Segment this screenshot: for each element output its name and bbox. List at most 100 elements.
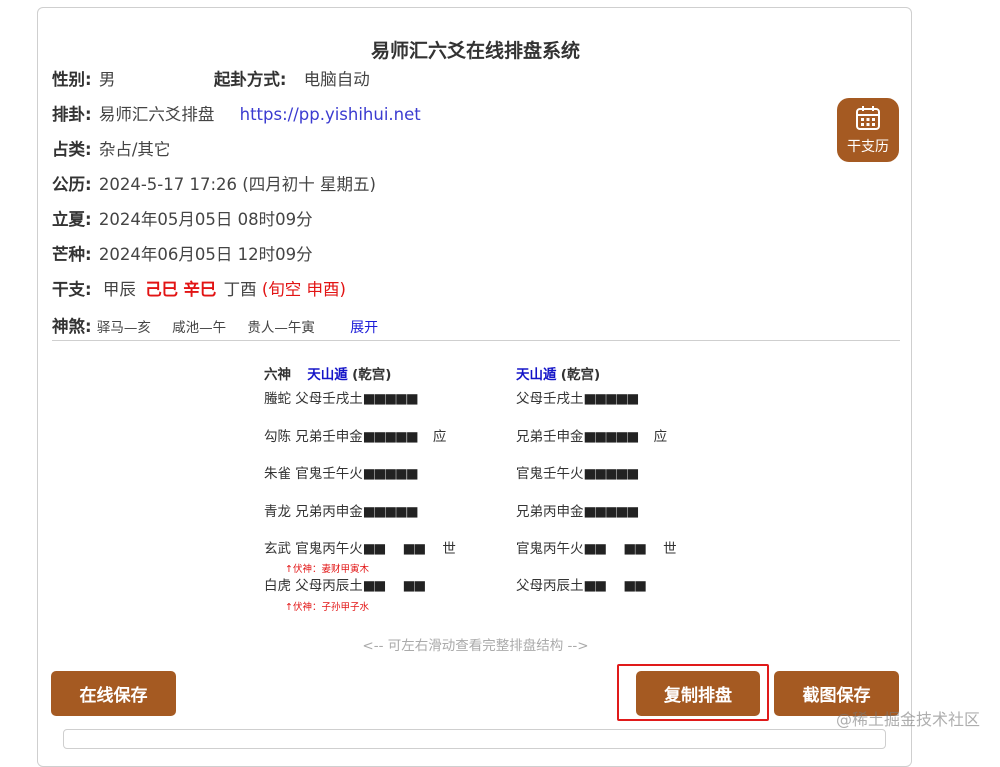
- right-gua-palace: (乾宫): [560, 367, 601, 383]
- shi-mark: 世: [663, 541, 677, 557]
- yin-line-a: ■■: [362, 541, 386, 557]
- yao-line-right: 父母壬戌土■■■■■: [516, 387, 640, 407]
- yao-line-right: 官鬼丙午火■■ ■■ 世: [516, 537, 677, 557]
- yao-text: 兄弟丙申金: [516, 504, 584, 520]
- yang-line: ■■■■■: [362, 466, 419, 482]
- shi-mark: 世: [442, 541, 456, 557]
- paipan-value: 易师汇六爻排盘: [98, 105, 215, 124]
- yin-line-a: ■■: [362, 578, 386, 594]
- ying-mark: 应: [653, 429, 668, 445]
- site-link[interactable]: https://pp.yishihui.net: [240, 105, 421, 124]
- ganzhi-day: 辛巳: [183, 280, 217, 299]
- yao-text: 兄弟壬申金: [516, 429, 584, 445]
- shensha-label: 神煞:: [52, 317, 92, 336]
- gender-label: 性别:: [52, 70, 92, 89]
- yin-line-b: ■■: [623, 578, 646, 594]
- gongli-row: 公历: 2024-5-17 17:26 (四月初十 星期五): [52, 171, 376, 195]
- liushen: 玄武: [264, 541, 291, 557]
- category-label: 占类:: [52, 140, 92, 159]
- liushen-header: 六神: [264, 367, 291, 383]
- yao-text: 父母丙辰土: [295, 578, 363, 594]
- gender-value: 男: [98, 70, 116, 89]
- gua-left-header: 六神 天山遁 (乾宫): [264, 363, 391, 383]
- yang-line: ■■■■■: [583, 429, 640, 445]
- shensha-guiren: 贵人—午寅: [247, 320, 315, 336]
- divider: [52, 340, 900, 341]
- bottom-panel: [63, 729, 886, 749]
- liushen: 朱雀: [264, 466, 291, 482]
- shensha-row: 神煞: 驿马—亥 咸池—午 贵人—午寅 展开: [52, 313, 378, 337]
- mangzhong-label: 芒种:: [52, 245, 92, 264]
- yin-line-b: ■■: [623, 541, 646, 557]
- shensha-yima: 驿马—亥: [96, 320, 151, 336]
- yang-line: ■■■■■: [583, 391, 640, 407]
- liushen: 勾陈: [264, 429, 291, 445]
- ganzhi-hour: 丁酉: [223, 280, 257, 299]
- yao-line: 玄武 官鬼丙午火■■ ■■ 世: [264, 537, 456, 557]
- lixia-value: 2024年05月05日 08时09分: [98, 210, 313, 229]
- yao-line: 勾陈 兄弟壬申金■■■■■ 应: [264, 425, 446, 445]
- left-gua-palace: (乾宫): [352, 367, 392, 383]
- yao-text: 兄弟丙申金: [295, 504, 363, 520]
- calendar-button-label: 干支历: [847, 139, 889, 155]
- liushen: 白虎: [264, 578, 291, 594]
- xunkong: (旬空 申酉): [261, 280, 346, 299]
- category-value: 杂占/其它: [98, 140, 171, 159]
- lixia-label: 立夏:: [52, 210, 92, 229]
- liushen: 螣蛇: [264, 391, 291, 407]
- gongli-label: 公历:: [52, 175, 92, 194]
- yao-line-right: 兄弟壬申金■■■■■ 应: [516, 425, 667, 445]
- ganzhi-row: 干支: 甲辰 己巳 辛巳 丁酉 (旬空 申酉): [52, 276, 346, 300]
- yao-text: 父母壬戌土: [295, 391, 363, 407]
- ganzhi-label: 干支:: [52, 280, 92, 299]
- fushen-note-1: ↑伏神：妻财甲寅木: [285, 564, 369, 575]
- yao-text: 父母丙辰土: [516, 578, 584, 594]
- yao-line: 朱雀 官鬼壬午火■■■■■: [264, 462, 419, 482]
- liushen: 青龙: [264, 504, 291, 520]
- yao-line-right: 官鬼壬午火■■■■■: [516, 462, 640, 482]
- shensha-xianchi: 咸池—午: [172, 320, 227, 336]
- ying-mark: 应: [432, 429, 447, 445]
- page-title: 易师汇六爻在线排盘系统: [370, 40, 580, 62]
- watermark: @稀土掘金技术社区: [836, 710, 981, 729]
- lixia-row: 立夏: 2024年05月05日 08时09分: [52, 206, 313, 230]
- yao-line: 螣蛇 父母壬戌土■■■■■: [264, 387, 419, 407]
- yao-line-right: 兄弟丙申金■■■■■: [516, 500, 640, 520]
- method-value: 电脑自动: [303, 70, 370, 89]
- method-label: 起卦方式:: [213, 70, 287, 89]
- yang-line: ■■■■■: [362, 504, 419, 520]
- gua-right-header: 天山遁 (乾宫): [516, 363, 600, 383]
- yao-text: 官鬼丙午火: [295, 541, 363, 557]
- gongli-value: 2024-5-17 17:26 (四月初十 星期五): [98, 175, 376, 194]
- yang-line: ■■■■■: [583, 466, 640, 482]
- yao-line: 白虎 父母丙辰土■■ ■■: [264, 574, 426, 594]
- paipan-row: 排卦: 易师汇六爻排盘 https://pp.yishihui.net: [52, 101, 421, 125]
- yin-line-a: ■■: [583, 578, 607, 594]
- paipan-label: 排卦:: [52, 105, 92, 124]
- yao-text: 兄弟壬申金: [295, 429, 363, 445]
- yin-line-b: ■■: [402, 578, 426, 594]
- expand-link[interactable]: 展开: [350, 320, 378, 336]
- paipan-card: 易师汇六爻在线排盘系统 性别: 男 起卦方式: 电脑自动 排卦: 易师汇六爻排盘…: [37, 7, 912, 767]
- save-online-button[interactable]: 在线保存: [51, 671, 176, 716]
- mangzhong-value: 2024年06月05日 12时09分: [98, 245, 313, 264]
- copy-button-highlight: [617, 664, 769, 721]
- yao-text: 官鬼壬午火: [516, 466, 584, 482]
- mangzhong-row: 芒种: 2024年06月05日 12时09分: [52, 241, 313, 265]
- category-row: 占类: 杂占/其它: [52, 136, 170, 160]
- yin-line-a: ■■: [583, 541, 607, 557]
- yin-line-b: ■■: [402, 541, 426, 557]
- fushen-note-2: ↑伏神：子孙甲子水: [285, 602, 369, 613]
- scroll-hint: <-- 可左右滑动查看完整排盘结构 -->: [362, 638, 589, 654]
- yang-line: ■■■■■: [362, 429, 419, 445]
- ganzhi-calendar-button[interactable]: 干支历: [837, 98, 899, 162]
- calendar-icon: [856, 106, 880, 130]
- gender-row: 性别: 男 起卦方式: 电脑自动: [52, 66, 370, 90]
- ganzhi-month: 己巳: [145, 280, 179, 299]
- yao-text: 官鬼壬午火: [295, 466, 363, 482]
- yang-line: ■■■■■: [583, 504, 640, 520]
- ganzhi-year: 甲辰: [102, 280, 136, 299]
- left-gua-name: 天山遁: [307, 367, 348, 383]
- yao-line-right: 父母丙辰土■■ ■■: [516, 574, 647, 594]
- yao-line: 青龙 兄弟丙申金■■■■■: [264, 500, 419, 520]
